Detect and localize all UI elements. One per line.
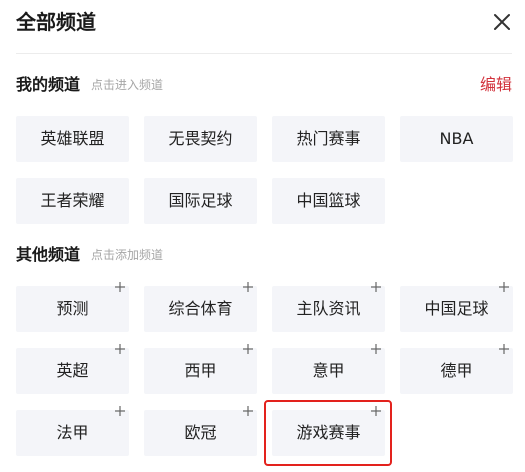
channel-label: 德甲 xyxy=(440,361,473,380)
close-button[interactable] xyxy=(486,6,518,38)
other-channels-hint: 点击添加频道 xyxy=(91,248,164,262)
channel-label: 游戏赛事 xyxy=(296,423,361,442)
channel-label: 意甲 xyxy=(312,361,345,380)
plus-icon xyxy=(114,405,126,417)
other-channels-header: 其他频道 点击添加频道 xyxy=(16,243,512,267)
add-channel-chip[interactable]: 意甲 xyxy=(272,344,385,394)
channel-chip[interactable]: 热门赛事 xyxy=(272,116,385,162)
header-divider xyxy=(16,53,512,54)
channel-label: 中国篮球 xyxy=(296,191,361,210)
channel-label: 无畏契约 xyxy=(168,129,233,148)
plus-icon xyxy=(370,405,382,417)
channel-label: 欧冠 xyxy=(184,423,217,442)
add-channel-chip[interactable]: 西甲 xyxy=(144,344,257,394)
add-channel-chip[interactable]: 游戏赛事 xyxy=(272,406,385,456)
add-channel-chip[interactable]: 中国足球 xyxy=(400,282,513,332)
channel-label: 王者荣耀 xyxy=(40,191,105,210)
channel-label: 中国足球 xyxy=(424,299,489,318)
edit-button[interactable]: 编辑 xyxy=(480,73,512,97)
channel-label: 英超 xyxy=(56,361,89,380)
channel-chip[interactable]: 英雄联盟 xyxy=(16,116,129,162)
plus-icon xyxy=(498,343,510,355)
my-channels-title: 我的频道 xyxy=(16,75,81,94)
other-channels-title: 其他频道 xyxy=(16,245,81,264)
channel-label: 英雄联盟 xyxy=(40,129,105,148)
page-title: 全部频道 xyxy=(16,10,96,34)
plus-icon xyxy=(498,281,510,293)
add-channel-chip[interactable]: 英超 xyxy=(16,344,129,394)
plus-icon xyxy=(242,405,254,417)
my-channels-hint: 点击进入频道 xyxy=(91,78,164,92)
channel-label: 综合体育 xyxy=(168,299,233,318)
add-channel-chip[interactable]: 预测 xyxy=(16,282,129,332)
header: 全部频道 xyxy=(0,0,525,54)
channel-label: NBA xyxy=(439,129,474,148)
channel-chip[interactable]: 王者荣耀 xyxy=(16,178,129,224)
plus-icon xyxy=(242,281,254,293)
add-channel-chip[interactable]: 德甲 xyxy=(400,344,513,394)
plus-icon xyxy=(114,281,126,293)
channel-label: 西甲 xyxy=(184,361,217,380)
channel-label: 预测 xyxy=(56,299,89,318)
channel-chip[interactable]: 无畏契约 xyxy=(144,116,257,162)
channel-chip[interactable]: 中国篮球 xyxy=(272,178,385,224)
channel-chip[interactable]: NBA xyxy=(400,116,513,162)
plus-icon xyxy=(242,343,254,355)
my-channels-header: 我的频道 点击进入频道 编辑 xyxy=(16,73,512,97)
add-channel-chip[interactable]: 欧冠 xyxy=(144,406,257,456)
add-channel-chip[interactable]: 主队资讯 xyxy=(272,282,385,332)
channel-label: 国际足球 xyxy=(168,191,233,210)
plus-icon xyxy=(370,343,382,355)
add-channel-chip[interactable]: 法甲 xyxy=(16,406,129,456)
plus-icon xyxy=(114,343,126,355)
plus-icon xyxy=(370,281,382,293)
channel-label: 热门赛事 xyxy=(296,129,361,148)
add-channel-chip[interactable]: 综合体育 xyxy=(144,282,257,332)
channel-label: 主队资讯 xyxy=(296,299,361,318)
channel-chip[interactable]: 国际足球 xyxy=(144,178,257,224)
close-icon xyxy=(494,14,510,30)
channel-label: 法甲 xyxy=(56,423,89,442)
